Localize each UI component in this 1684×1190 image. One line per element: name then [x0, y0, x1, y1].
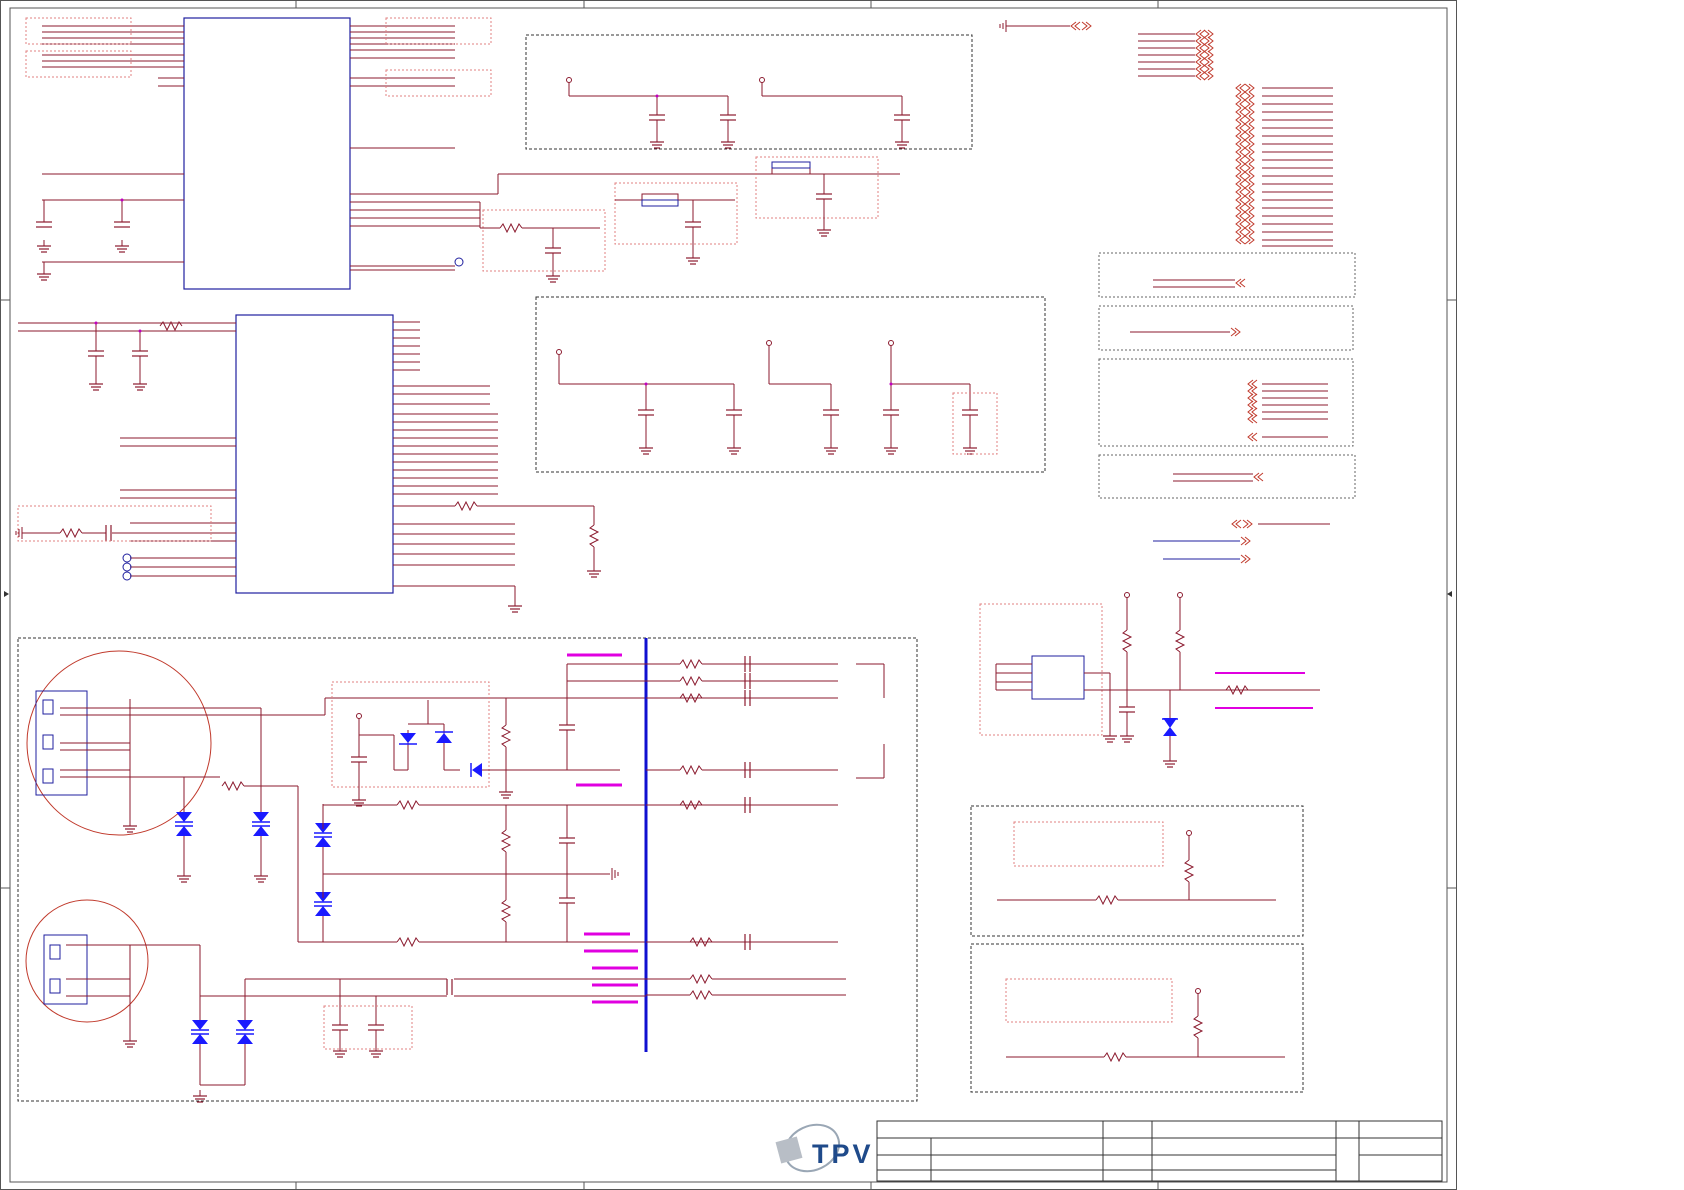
- decoupling-group-1: [525, 34, 973, 150]
- schematic-sheet: TPV: [0, 0, 1457, 1190]
- right-lower-boxes: [970, 805, 1304, 1093]
- av-input-block: [17, 637, 918, 1103]
- ic-u1: [25, 17, 900, 290]
- ic-u2: [15, 314, 602, 613]
- decoupling-group-2: [535, 296, 1046, 473]
- offpage-connectors-top: [999, 20, 1333, 247]
- title-block: [876, 1120, 1443, 1182]
- ir-receiver-block: [979, 592, 1320, 768]
- tpv-logo: TPV: [775, 1123, 874, 1173]
- right-signal-boxes: [1098, 252, 1356, 564]
- logo-text: TPV: [812, 1139, 874, 1169]
- power-filter-network: [479, 156, 880, 283]
- sheet-frame: [0, 0, 1457, 1190]
